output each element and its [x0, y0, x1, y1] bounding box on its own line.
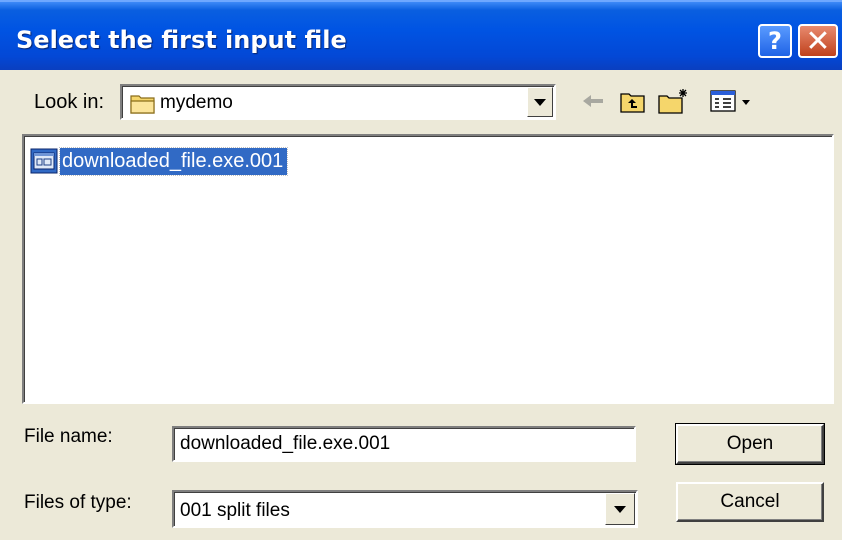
new-folder-icon: [658, 89, 687, 114]
file-list[interactable]: downloaded_file.exe.001: [22, 134, 834, 404]
views-menu-icon: [710, 90, 750, 112]
list-item[interactable]: downloaded_file.exe.001: [30, 146, 289, 176]
back-button[interactable]: [580, 86, 606, 116]
look-in-value: mydemo: [160, 92, 233, 113]
help-button[interactable]: ?: [758, 24, 792, 58]
file-icon: [30, 148, 58, 174]
dialog-body: Look in: mydemo downloaded_file.exe.001 …: [0, 70, 842, 540]
look-in-label: Look in:: [34, 91, 105, 113]
close-button[interactable]: ✕: [798, 23, 838, 59]
title-bar[interactable]: Select the first input file ? ✕: [0, 0, 842, 70]
list-item-label: downloaded_file.exe.001: [58, 146, 289, 176]
file-type-dropdown-button[interactable]: [605, 493, 635, 525]
folder-icon: [130, 95, 155, 114]
up-one-level-button[interactable]: [618, 86, 648, 116]
cancel-button[interactable]: Cancel: [676, 482, 824, 522]
file-type-value: 001 split files: [180, 500, 290, 521]
look-in-dropdown-button[interactable]: [527, 87, 553, 117]
open-button[interactable]: Open: [675, 423, 825, 465]
window-title: Select the first input file: [16, 26, 347, 54]
views-menu-button[interactable]: [708, 86, 760, 116]
back-arrow-icon: [583, 95, 603, 107]
help-icon: ?: [768, 27, 782, 55]
look-in-dropdown[interactable]: mydemo: [120, 84, 556, 120]
new-folder-button[interactable]: [656, 86, 692, 116]
file-name-label: File name:: [24, 426, 113, 447]
file-type-dropdown[interactable]: 001 split files: [172, 490, 638, 528]
up-one-level-icon: [620, 93, 645, 113]
file-type-label: Files of type:: [24, 492, 132, 513]
close-icon: ✕: [805, 23, 831, 59]
file-name-input[interactable]: [172, 426, 636, 462]
